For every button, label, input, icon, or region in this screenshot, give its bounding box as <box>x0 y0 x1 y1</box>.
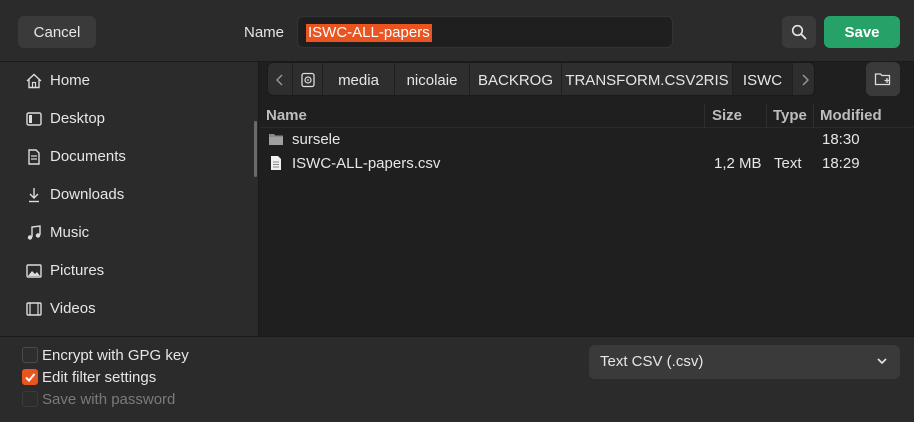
encrypt-gpg-label: Encrypt with GPG key <box>42 347 189 364</box>
save-password-checkbox[interactable] <box>22 391 38 407</box>
sidebar-item-music[interactable]: Music <box>0 214 256 252</box>
filename-value: ISWC-ALL-papers <box>306 24 432 42</box>
sidebar-item-label: Documents <box>50 148 126 165</box>
file-name: ISWC-ALL-papers.csv <box>292 155 441 172</box>
filename-input[interactable]: ISWC-ALL-papers <box>297 16 673 48</box>
music-icon <box>27 225 41 240</box>
sidebar-item-label: Downloads <box>50 186 125 203</box>
file-type: Text <box>774 155 802 172</box>
file-list-header: Name Size Type Modified <box>260 104 914 128</box>
dialog-header: Cancel Name ISWC-ALL-papers Save <box>0 0 914 62</box>
drive-icon <box>300 72 315 88</box>
folder-icon <box>269 134 283 145</box>
sidebar-item-label: Music <box>50 224 90 241</box>
path-crumb-media[interactable]: media <box>323 63 395 95</box>
cancel-button[interactable]: Cancel <box>18 16 96 48</box>
save-button[interactable]: Save <box>824 16 900 48</box>
home-icon <box>26 73 42 89</box>
column-header-modified[interactable]: Modified <box>820 107 882 124</box>
column-header-size[interactable]: Size <box>712 107 742 124</box>
file-modified: 18:29 <box>822 155 860 172</box>
column-divider <box>704 104 705 128</box>
column-divider <box>766 104 767 128</box>
path-bar: media nicolaie BACKROG TRANSFORM.CSV2RIS… <box>267 62 815 96</box>
new-folder-button[interactable] <box>866 62 900 96</box>
new-folder-icon <box>874 73 891 86</box>
encrypt-gpg-checkbox[interactable] <box>22 347 38 363</box>
file-type-filter-value: Text CSV (.csv) <box>600 353 704 370</box>
save-password-label: Save with password <box>42 391 176 408</box>
sidebar-item-documents[interactable]: Documents <box>0 138 256 176</box>
search-icon <box>791 24 807 40</box>
name-label: Name <box>244 24 285 41</box>
path-crumb-backrog[interactable]: BACKROG <box>470 63 562 95</box>
path-crumb-nicolaie[interactable]: nicolaie <box>395 63 470 95</box>
checkmark-icon <box>25 373 36 382</box>
documents-icon <box>28 149 40 165</box>
path-root-drive-button[interactable] <box>293 63 323 95</box>
file-size: 1,2 MB <box>714 155 762 172</box>
file-modified: 18:30 <box>822 131 860 148</box>
path-scroll-right-button[interactable] <box>793 63 814 95</box>
sidebar-item-label: Pictures <box>50 262 105 279</box>
column-divider <box>813 104 814 128</box>
edit-filter-label: Edit filter settings <box>42 369 157 386</box>
chevron-right-icon <box>802 74 809 86</box>
sidebar-item-home[interactable]: Home <box>0 62 256 100</box>
sidebar-item-videos[interactable]: Videos <box>0 290 256 328</box>
sidebar-item-downloads[interactable]: Downloads <box>0 176 256 214</box>
text-file-icon <box>271 156 281 170</box>
sidebar-item-label: Home <box>50 72 91 89</box>
sidebar-item-desktop[interactable]: Desktop <box>0 100 256 138</box>
sidebar-item-label: Desktop <box>50 110 106 127</box>
pictures-icon <box>26 264 42 278</box>
column-header-type[interactable]: Type <box>773 107 807 124</box>
file-row[interactable]: ISWC-ALL-papers.csv 1,2 MB Text 18:29 <box>260 152 914 176</box>
chevron-down-icon <box>877 358 887 365</box>
path-scroll-left-button[interactable] <box>268 63 293 95</box>
file-name: sursele <box>292 131 341 148</box>
search-button[interactable] <box>782 16 816 48</box>
dialog-footer: Encrypt with GPG key Edit filter setting… <box>0 336 914 422</box>
path-crumb-iswc[interactable]: ISWC <box>733 63 793 95</box>
chevron-left-icon <box>276 74 283 86</box>
edit-filter-checkbox[interactable] <box>22 369 38 385</box>
column-header-name[interactable]: Name <box>266 107 307 124</box>
desktop-icon <box>26 112 42 126</box>
sidebar-scrollbar[interactable] <box>254 121 257 177</box>
sidebar-item-pictures[interactable]: Pictures <box>0 252 256 290</box>
downloads-icon <box>29 188 39 203</box>
file-row[interactable]: sursele 18:30 <box>260 128 914 152</box>
sidebar-item-label: Videos <box>50 300 96 317</box>
videos-icon <box>26 302 42 316</box>
file-type-filter-select[interactable]: Text CSV (.csv) <box>589 345 900 379</box>
places-sidebar: Home Desktop Documents Downloads Music P… <box>0 62 259 336</box>
path-crumb-transform[interactable]: TRANSFORM.CSV2RIS <box>562 63 733 95</box>
